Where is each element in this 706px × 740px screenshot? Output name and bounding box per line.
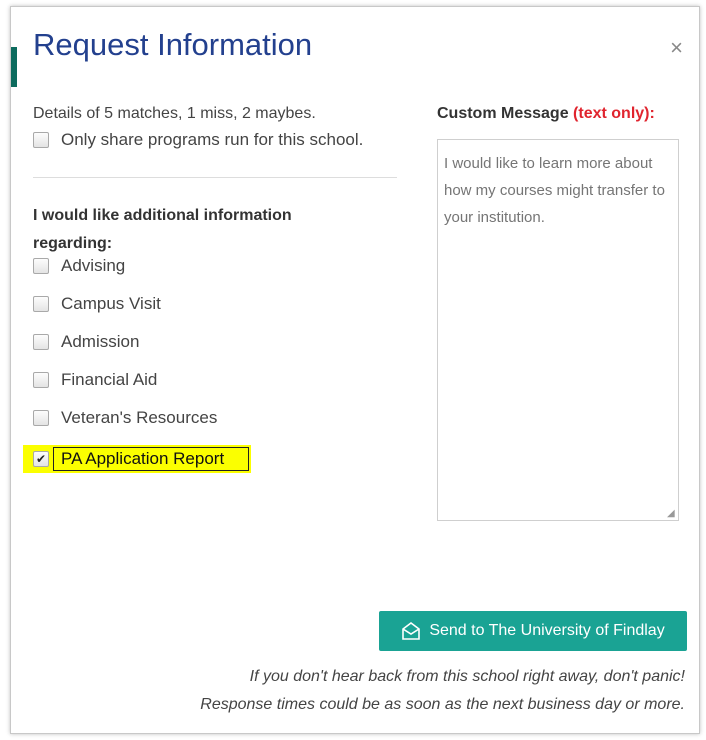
envelope-open-icon — [401, 622, 421, 640]
option-veterans-resources[interactable]: Veteran's Resources — [33, 407, 217, 429]
option-financial-aid[interactable]: Financial Aid — [33, 369, 157, 391]
checkmark-icon: ✔ — [35, 452, 47, 466]
modal-title: Request Information — [33, 27, 313, 62]
option-admission[interactable]: Admission — [33, 331, 139, 353]
advising-checkbox[interactable] — [33, 258, 49, 274]
send-button-label: Send to The University of Findlay — [429, 622, 665, 639]
close-icon[interactable]: × — [670, 35, 683, 61]
campus-visit-checkbox[interactable] — [33, 296, 49, 312]
text-only-note: (text only): — [573, 105, 655, 122]
additional-info-label: I would like additional information rega… — [33, 207, 292, 252]
footnote-line-2: Response times could be as soon as the n… — [200, 696, 685, 713]
send-button[interactable]: Send to The University of Findlay — [379, 611, 687, 651]
option-pa-application-report[interactable]: ✔ PA Application Report — [33, 448, 224, 470]
match-summary: Details of 5 matches, 1 miss, 2 maybes. — [33, 105, 316, 122]
only-share-checkbox[interactable] — [33, 132, 49, 148]
pa-application-report-checkbox[interactable]: ✔ — [33, 451, 49, 467]
divider — [33, 177, 397, 178]
background-edge — [11, 47, 17, 87]
only-share-label: Only share programs run for this school. — [61, 130, 364, 149]
custom-message-title: Custom Message — [437, 105, 569, 122]
admission-checkbox[interactable] — [33, 334, 49, 350]
option-campus-visit[interactable]: Campus Visit — [33, 293, 161, 315]
footnote-line-1: If you don't hear back from this school … — [249, 668, 685, 685]
resize-handle-icon[interactable]: ◢ — [667, 509, 677, 519]
option-label: Campus Visit — [61, 294, 161, 313]
custom-message-textarea[interactable] — [437, 139, 679, 521]
only-share-checkbox-row[interactable]: Only share programs run for this school. — [33, 129, 363, 151]
option-label: Advising — [61, 256, 126, 275]
option-advising[interactable]: Advising — [33, 255, 125, 277]
request-information-modal: Request Information × Details of 5 match… — [10, 6, 700, 734]
financial-aid-checkbox[interactable] — [33, 372, 49, 388]
option-label: Financial Aid — [61, 370, 158, 389]
custom-message-label: Custom Message (text only): — [437, 105, 655, 123]
veterans-resources-checkbox[interactable] — [33, 410, 49, 426]
option-label: PA Application Report — [61, 449, 225, 468]
option-label: Veteran's Resources — [61, 408, 218, 427]
option-label: Admission — [61, 332, 140, 351]
